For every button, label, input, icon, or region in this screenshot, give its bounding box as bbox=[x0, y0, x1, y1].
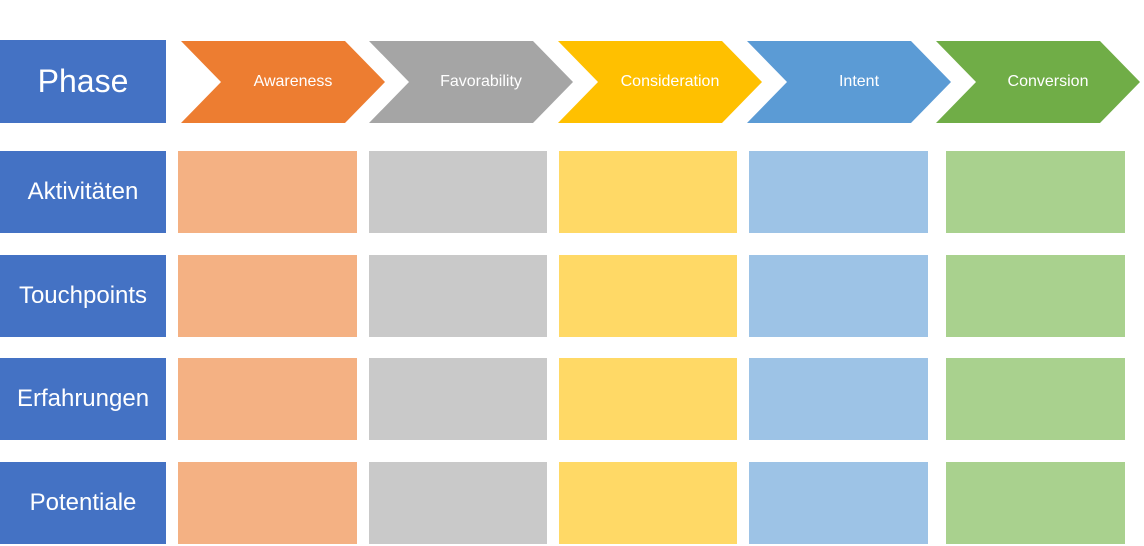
phase-label: Consideration bbox=[620, 73, 720, 90]
cell-awareness bbox=[178, 255, 357, 337]
cell-conversion bbox=[946, 151, 1125, 233]
cell-awareness bbox=[178, 462, 357, 544]
cell-awareness bbox=[178, 151, 357, 233]
cell-consideration bbox=[559, 462, 737, 544]
cell-intent bbox=[749, 462, 928, 544]
phase-label: Intent bbox=[838, 73, 880, 90]
cell-consideration bbox=[559, 151, 737, 233]
cell-conversion bbox=[946, 462, 1125, 544]
cell-intent bbox=[749, 358, 928, 440]
cell-conversion bbox=[946, 255, 1125, 337]
phase-label: Conversion bbox=[1007, 73, 1089, 90]
cell-favorability bbox=[369, 151, 547, 233]
cell-consideration bbox=[559, 358, 737, 440]
row-label: Potentiale bbox=[0, 462, 166, 544]
cell-intent bbox=[749, 255, 928, 337]
cell-awareness bbox=[178, 358, 357, 440]
cell-favorability bbox=[369, 462, 547, 544]
row-label: Touchpoints bbox=[0, 255, 166, 337]
row-label: Erfahrungen bbox=[0, 358, 166, 440]
cell-favorability bbox=[369, 255, 547, 337]
cell-consideration bbox=[559, 255, 737, 337]
cell-intent bbox=[749, 151, 928, 233]
cell-favorability bbox=[369, 358, 547, 440]
phase-label: Awareness bbox=[253, 73, 333, 90]
cell-conversion bbox=[946, 358, 1125, 440]
row-label: Aktivitäten bbox=[0, 151, 166, 233]
phase-label: Favorability bbox=[440, 73, 522, 90]
